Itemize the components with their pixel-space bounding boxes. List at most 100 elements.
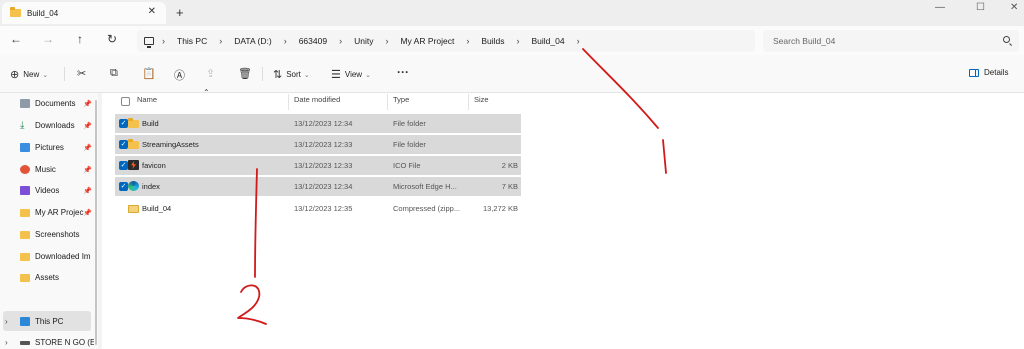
- folder-icon: [10, 7, 21, 17]
- column-header-date[interactable]: Date modified: [294, 95, 340, 104]
- breadcrumb-build-04[interactable]: Build_04: [531, 36, 564, 46]
- pictures-icon: [20, 143, 30, 152]
- pin-icon[interactable]: 📌: [83, 166, 92, 174]
- view-label: View: [344, 70, 363, 79]
- file-date: 13/12/2023 12:33: [294, 161, 353, 170]
- zip-folder-icon: [128, 205, 139, 213]
- breadcrumb-my-ar-project[interactable]: My AR Project: [400, 36, 454, 46]
- nav-scrollbar[interactable]: [95, 100, 97, 345]
- search-input[interactable]: Search Build_04: [763, 30, 1019, 52]
- chevron-right-icon[interactable]: ›: [219, 36, 222, 46]
- documents-icon: [20, 99, 30, 108]
- chevron-down-icon: ⌄: [365, 71, 371, 79]
- close-window-button[interactable]: ✕: [1010, 2, 1018, 13]
- file-date: 13/12/2023 12:35: [294, 204, 353, 213]
- file-row-streamingassets[interactable]: ✓ StreamingAssets 13/12/2023 12:33 File …: [115, 135, 521, 154]
- row-checkbox-checked[interactable]: ✓: [119, 161, 128, 170]
- sidebar-item-label: Downloads: [35, 121, 75, 130]
- select-all-checkbox[interactable]: [121, 97, 130, 106]
- maximize-button[interactable]: ☐: [976, 2, 985, 13]
- row-checkbox-checked[interactable]: ✓: [119, 182, 128, 191]
- view-button[interactable]: ☰ View ⌄: [331, 68, 371, 81]
- file-row-build-04-zip[interactable]: Build_04 13/12/2023 12:35 Compressed (zi…: [115, 199, 521, 218]
- tab-title: Build_04: [27, 8, 59, 18]
- breadcrumb-builds[interactable]: Builds: [481, 36, 504, 46]
- command-bar: ⊕ New ⌄ ✂ ⧉ 📋 Ⓐ ⇪ 🗑 ⇅ Sort ⌄ ☰ View ⌄ ··…: [0, 55, 1024, 93]
- copy-icon[interactable]: ⧉: [110, 67, 118, 80]
- sidebar-item-store-n-go[interactable]: STORE N GO (E:): [20, 338, 94, 347]
- sort-button[interactable]: ⇅ Sort ⌄: [273, 68, 310, 81]
- sidebar-item-label: Documents: [35, 99, 76, 108]
- sidebar-item-downloaded-images[interactable]: Downloaded Im: [20, 252, 94, 261]
- chevron-right-icon[interactable]: ›: [466, 36, 469, 46]
- breadcrumb-data-d[interactable]: DATA (D:): [234, 36, 271, 46]
- file-row-build[interactable]: ✓ Build 13/12/2023 12:34 File folder: [115, 114, 521, 133]
- details-button[interactable]: Details: [969, 68, 1008, 77]
- delete-icon[interactable]: 🗑: [238, 67, 252, 80]
- chevron-right-icon[interactable]: ›: [284, 36, 287, 46]
- view-icon: ☰: [331, 69, 341, 81]
- column-divider[interactable]: [288, 94, 289, 110]
- pin-icon[interactable]: 📌: [83, 209, 92, 217]
- close-tab-icon[interactable]: ✕: [148, 6, 156, 17]
- file-size: 7 KB: [501, 182, 518, 191]
- pin-icon[interactable]: 📌: [83, 187, 92, 195]
- file-type: Compressed (zipp...: [393, 204, 461, 213]
- expand-chevron-icon[interactable]: ›: [5, 338, 8, 347]
- chevron-right-icon[interactable]: ›: [162, 36, 165, 46]
- edge-html-icon: [128, 181, 139, 191]
- forward-button[interactable]: →: [41, 32, 55, 46]
- tab-build-04[interactable]: Build_04 ✕: [2, 2, 166, 24]
- breadcrumb-this-pc[interactable]: This PC: [177, 36, 207, 46]
- breadcrumb-663409[interactable]: 663409: [299, 36, 327, 46]
- expand-chevron-icon[interactable]: ›: [5, 317, 8, 326]
- sidebar-item-label: Pictures: [35, 143, 64, 152]
- back-button[interactable]: ←: [9, 32, 23, 46]
- folder-icon: [20, 208, 30, 217]
- refresh-button[interactable]: ↻: [105, 32, 119, 46]
- chevron-down-icon: ⌄: [303, 71, 310, 79]
- search-icon[interactable]: [1003, 36, 1010, 43]
- row-checkbox-checked[interactable]: ✓: [119, 140, 128, 149]
- file-row-favicon[interactable]: ✓ favicon 13/12/2023 12:33 ICO File 2 KB: [115, 156, 521, 175]
- file-date: 13/12/2023 12:34: [294, 182, 353, 191]
- sidebar-item-this-pc[interactable]: This PC: [20, 317, 94, 326]
- up-button[interactable]: ↑: [73, 32, 87, 46]
- chevron-right-icon[interactable]: ›: [577, 36, 580, 46]
- drive-icon: [20, 340, 30, 345]
- file-row-index[interactable]: ✓ index 13/12/2023 12:34 Microsoft Edge …: [115, 177, 521, 196]
- chevron-right-icon[interactable]: ›: [385, 36, 388, 46]
- downloads-icon: ⤓: [20, 121, 25, 130]
- rename-icon[interactable]: Ⓐ: [174, 67, 185, 83]
- cut-icon[interactable]: ✂: [77, 67, 86, 80]
- sidebar-item-label: My AR Projec: [35, 208, 84, 217]
- row-checkbox-checked[interactable]: ✓: [119, 119, 128, 128]
- column-header-type[interactable]: Type: [393, 95, 409, 104]
- this-pc-icon: [20, 317, 30, 326]
- chevron-right-icon[interactable]: ›: [339, 36, 342, 46]
- minimize-button[interactable]: —: [935, 2, 945, 13]
- sidebar-item-label: Videos: [35, 186, 60, 195]
- pin-icon[interactable]: 📌: [83, 144, 92, 152]
- column-header-size[interactable]: Size: [474, 95, 489, 104]
- new-label: New: [23, 70, 40, 79]
- pin-icon[interactable]: 📌: [83, 100, 92, 108]
- sidebar-item-label: Screenshots: [35, 230, 80, 239]
- paste-icon[interactable]: 📋: [142, 67, 156, 80]
- new-button[interactable]: ⊕ New ⌄: [10, 68, 48, 81]
- address-bar[interactable]: › This PC › DATA (D:) › 663409 › Unity ›…: [137, 30, 755, 52]
- sidebar-item-screenshots[interactable]: Screenshots: [20, 230, 94, 239]
- more-options-button[interactable]: ···: [397, 65, 409, 79]
- column-divider[interactable]: [387, 94, 388, 110]
- column-header-name[interactable]: Name: [137, 95, 157, 104]
- sort-icon: ⇅: [273, 69, 283, 81]
- folder-icon: [20, 252, 30, 261]
- new-tab-button[interactable]: +: [176, 5, 184, 20]
- share-icon[interactable]: ⇪: [206, 67, 215, 80]
- pin-icon[interactable]: 📌: [83, 122, 92, 130]
- breadcrumb-unity[interactable]: Unity: [354, 36, 373, 46]
- plus-circle-icon: ⊕: [10, 69, 20, 81]
- sidebar-item-assets[interactable]: Assets: [20, 273, 94, 282]
- chevron-right-icon[interactable]: ›: [516, 36, 519, 46]
- column-divider[interactable]: [468, 94, 469, 110]
